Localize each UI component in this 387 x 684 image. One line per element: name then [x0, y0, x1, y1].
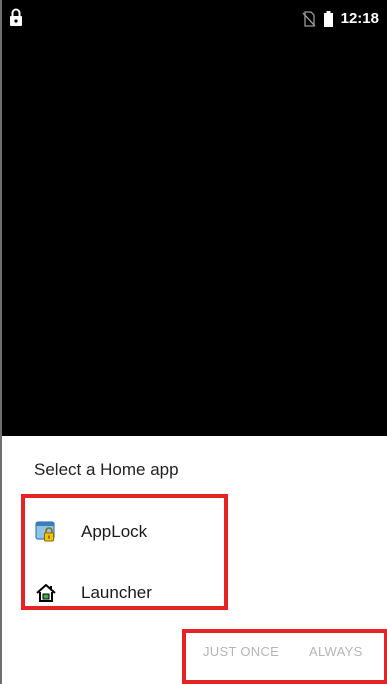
- no-sim-icon: [302, 11, 316, 27]
- battery-icon: [323, 11, 333, 27]
- app-label-applock: AppLock: [81, 522, 148, 541]
- applock-icon: [35, 521, 57, 543]
- screen: 12:18 Select a Home app AppLock Launcher…: [0, 0, 387, 684]
- app-option-applock[interactable]: AppLock: [35, 512, 147, 552]
- home-background: [2, 0, 387, 436]
- always-button[interactable]: ALWAYS: [309, 644, 363, 659]
- app-option-launcher[interactable]: Launcher: [35, 573, 152, 613]
- status-time: 12:18: [340, 10, 379, 27]
- just-once-button[interactable]: JUST ONCE: [203, 644, 279, 659]
- home-icon: [35, 582, 57, 604]
- status-bar: 12:18: [2, 0, 387, 38]
- home-app-chooser: Select a Home app AppLock Launcher JUST …: [2, 436, 387, 684]
- app-label-launcher: Launcher: [81, 583, 152, 602]
- status-right-group: 12:18: [302, 9, 379, 29]
- chooser-title: Select a Home app: [34, 460, 179, 479]
- lock-icon: [9, 7, 23, 27]
